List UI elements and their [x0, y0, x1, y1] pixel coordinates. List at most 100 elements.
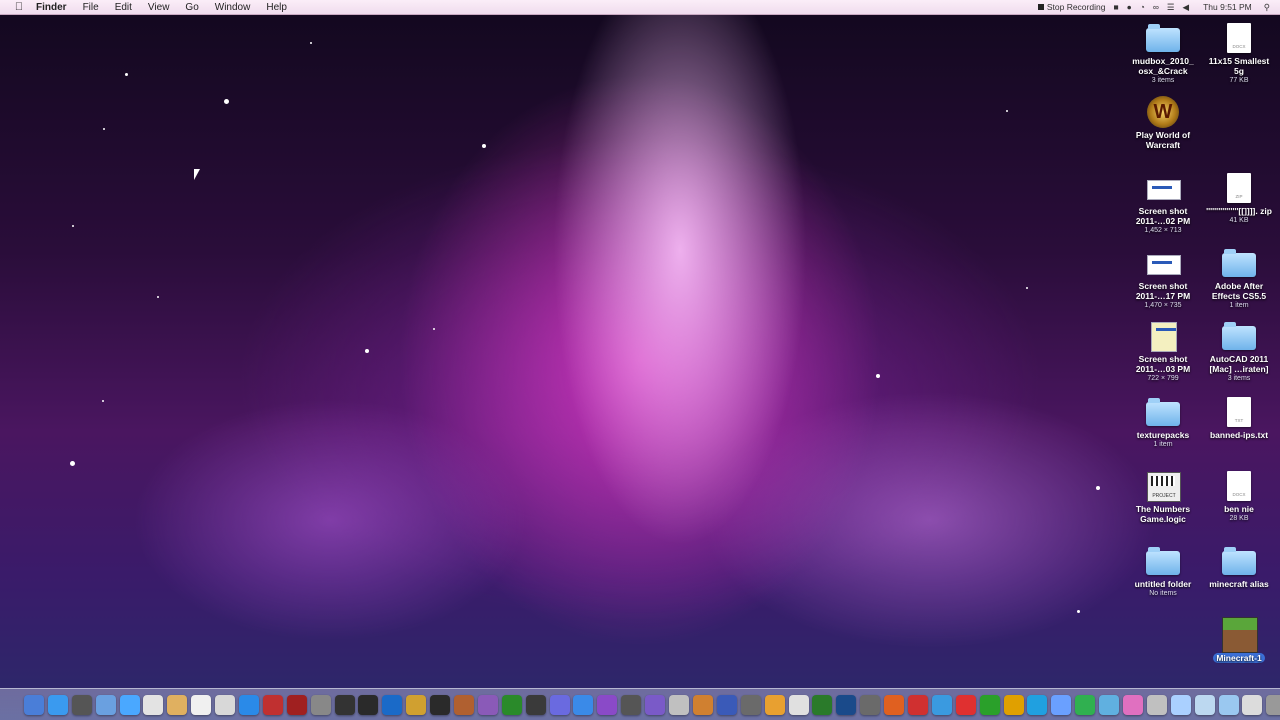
dock-app-icon[interactable] [501, 694, 522, 715]
dock-app-icon[interactable] [382, 694, 403, 715]
dock-app-icon[interactable] [1218, 694, 1239, 715]
folder-icon [1221, 247, 1257, 279]
dock-app-icon[interactable] [358, 694, 379, 715]
menu-view[interactable]: View [148, 2, 170, 13]
apple-icon[interactable]:  [12, 0, 26, 14]
menu-go[interactable]: Go [185, 2, 198, 13]
skype-icon[interactable]: ● [1127, 2, 1132, 12]
menu-file[interactable]: File [83, 2, 99, 13]
dock-app-icon[interactable] [1027, 694, 1048, 715]
menu-window[interactable]: Window [215, 2, 251, 13]
dock-app-icon[interactable] [1051, 694, 1072, 715]
dock-app-icon[interactable] [286, 694, 307, 715]
flash-icon[interactable]: ■ [1113, 2, 1118, 12]
icon-label-wrap: Minecraft-1 [1203, 653, 1275, 663]
dock-app-icon[interactable] [1003, 694, 1024, 715]
dock-app-icon[interactable] [1075, 694, 1096, 715]
dock-app-icon[interactable] [573, 694, 594, 715]
dock-app-icon[interactable] [262, 694, 283, 715]
desktop-icon-mudbox[interactable]: mudbox_2010_ osx_&Crack 3 items [1127, 22, 1199, 85]
desktop-icon-minecraft-1[interactable]: Minecraft-1 [1203, 617, 1275, 663]
menu-finder[interactable]: Finder [36, 2, 67, 13]
desktop-icon-screenshot-1[interactable]: Screen shot 2011-…02 PM 1,452 × 713 [1127, 172, 1199, 235]
dock-app-icon[interactable] [71, 694, 92, 715]
desktop-icon-ben-nie[interactable]: DOCX ben nie 28 KB [1203, 470, 1275, 523]
icon-label: minecraft alias [1209, 579, 1269, 589]
dock-app-icon[interactable] [1122, 694, 1143, 715]
dock-app-icon[interactable] [740, 694, 761, 715]
desktop-icon-autocad[interactable]: AutoCAD 2011 [Mac] …iraten] 3 items [1203, 320, 1275, 383]
dock-app-icon[interactable] [860, 694, 881, 715]
desktop-icon-minecraft-alias[interactable]: minecraft alias [1203, 545, 1275, 589]
dock-app-icon[interactable] [597, 694, 618, 715]
dock-app-icon[interactable] [1266, 694, 1280, 715]
dock-app-icon[interactable] [907, 694, 928, 715]
dock-app-icon[interactable] [525, 694, 546, 715]
desktop-icon-untitled-folder[interactable]: untitled folder No items [1127, 545, 1199, 598]
star [482, 144, 486, 148]
dock-app-icon[interactable] [24, 694, 44, 715]
star [433, 328, 435, 330]
dock-app-icon[interactable] [310, 694, 331, 715]
dock-app-icon[interactable] [716, 694, 737, 715]
dock-app-icon[interactable] [764, 694, 785, 715]
dock-app-icon[interactable] [191, 694, 212, 715]
icon-label: AutoCAD 2011 [Mac] …iraten] [1209, 354, 1269, 374]
dock-app-icon[interactable] [1194, 694, 1215, 715]
dock-app-icon[interactable] [406, 694, 427, 715]
dock-app-icon[interactable] [669, 694, 690, 715]
dock-app-icon[interactable] [931, 694, 952, 715]
dock-app-icon[interactable] [239, 694, 260, 715]
wifi-icon[interactable]: ☰ [1167, 2, 1175, 13]
document-icon: DOCX [1221, 22, 1257, 54]
bluetooth-icon[interactable]: ∞ [1153, 2, 1159, 12]
clock[interactable]: Thu 9:51 PM [1203, 2, 1252, 12]
dock-app-icon[interactable] [119, 694, 140, 715]
dock-app-icon[interactable] [836, 694, 857, 715]
time-machine-icon[interactable]: ◔ [1140, 2, 1145, 12]
desktop-icon-banned-ips[interactable]: TXT banned-ips.txt [1203, 396, 1275, 440]
desktop-icon-texturepacks[interactable]: texturepacks 1 item [1127, 396, 1199, 449]
dock-app-icon[interactable] [167, 694, 188, 715]
dock-app-icon[interactable] [215, 694, 236, 715]
dock-app-icon[interactable] [812, 694, 833, 715]
dock-app-icon[interactable] [955, 694, 976, 715]
desktop-icon-after-effects[interactable]: Adobe After Effects CS5.5 1 item [1203, 247, 1275, 310]
folder-icon [1221, 320, 1257, 352]
dock-app-icon[interactable] [621, 694, 642, 715]
dock-app-icon[interactable] [47, 694, 68, 715]
dock-app-icon[interactable] [1099, 694, 1120, 715]
spotlight-icon[interactable]: ⚲ [1264, 2, 1270, 13]
icon-label: ''''''''''''''''[[]]]]. zip [1206, 206, 1272, 216]
dock-app-icon[interactable] [979, 694, 1000, 715]
desktop-icon-screenshot-3[interactable]: Screen shot 2011-…03 PM 722 × 799 [1127, 320, 1199, 383]
desktop-icon-numbers-game[interactable]: The Numbers Game.logic [1127, 470, 1199, 524]
dock-app-icon[interactable] [430, 694, 451, 715]
dock-app-icon[interactable] [334, 694, 355, 715]
volume-icon[interactable]: ◀ [1183, 2, 1190, 13]
desktop-icon-smallest[interactable]: DOCX 11x15 Smallest 5g 77 KB [1203, 22, 1275, 85]
dock-app-icon[interactable] [143, 694, 164, 715]
dock-app-icon[interactable] [788, 694, 809, 715]
menu-help[interactable]: Help [266, 2, 287, 13]
stop-recording-item[interactable]: Stop Recording [1037, 2, 1105, 12]
dock-app-icon[interactable] [454, 694, 475, 715]
icon-label: untitled folder [1134, 579, 1192, 589]
dock-app-icon[interactable] [477, 694, 498, 715]
dock-app-icon[interactable] [95, 694, 116, 715]
desktop-icon-wow[interactable]: W Play World of Warcraft [1127, 96, 1199, 150]
star [70, 461, 75, 466]
desktop-icon-screenshot-2[interactable]: Screen shot 2011-…17 PM 1,470 × 735 [1127, 247, 1199, 310]
dock-app-icon[interactable] [884, 694, 905, 715]
dock-app-icon[interactable] [549, 694, 570, 715]
menu-bar:  Finder File Edit View Go Window Help S… [0, 0, 1280, 15]
dock-app-icon[interactable] [1146, 694, 1167, 715]
document-icon: DOCX [1221, 470, 1257, 502]
dock-app-icon[interactable] [1242, 694, 1263, 715]
menu-edit[interactable]: Edit [115, 2, 132, 13]
dock-app-icon[interactable] [1170, 694, 1191, 715]
dock-app-icon[interactable] [645, 694, 666, 715]
dock-app-icon[interactable] [692, 694, 713, 715]
stop-icon [1037, 4, 1044, 10]
desktop-icon-zip[interactable]: ZIP ''''''''''''''''[[]]]]. zip 41 KB [1203, 172, 1275, 225]
